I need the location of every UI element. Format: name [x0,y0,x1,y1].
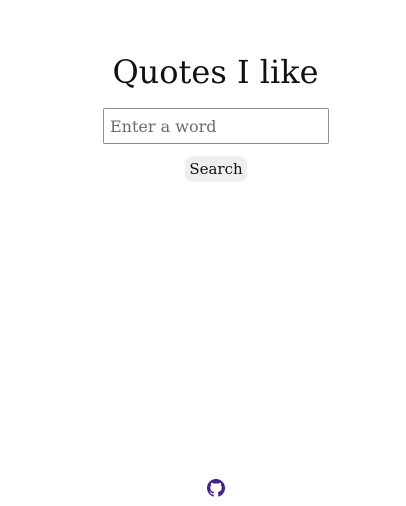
search-button[interactable]: Search [185,156,247,182]
search-form: Search [0,0,406,200]
github-icon [207,479,225,497]
github-link[interactable] [207,479,225,497]
search-input[interactable] [103,108,329,144]
